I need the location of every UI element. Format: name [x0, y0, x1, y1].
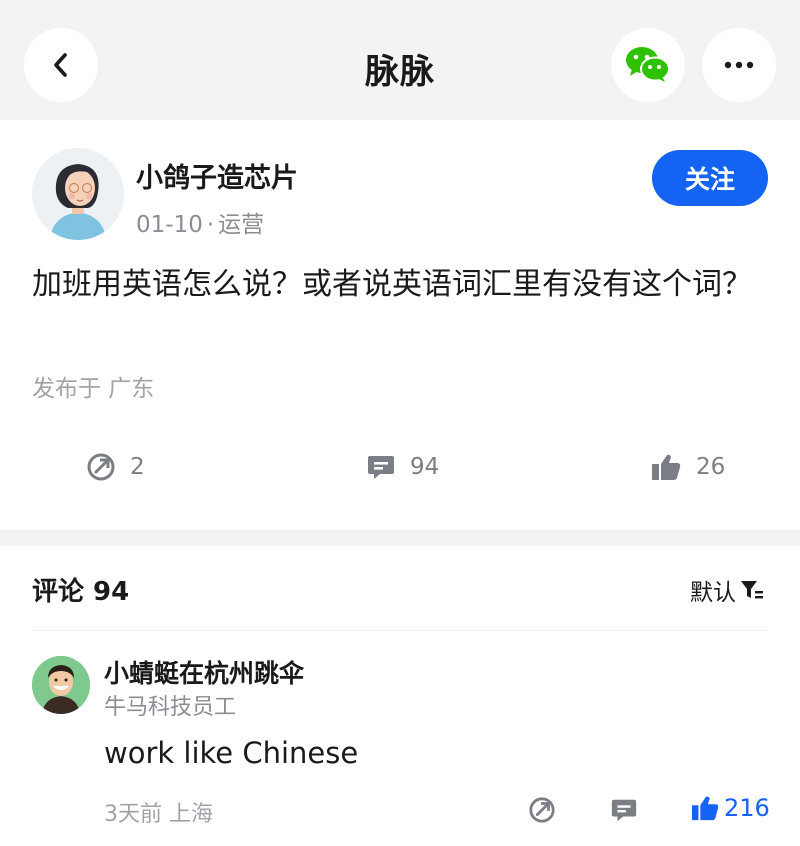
comment-like-count: 216: [724, 794, 770, 822]
wechat-share-button[interactable]: [611, 28, 685, 102]
share-count: 2: [130, 454, 145, 480]
comment-text: work like Chinese: [104, 736, 359, 770]
commenter-title: 牛马科技员工: [104, 695, 237, 720]
comment-action[interactable]: 94: [366, 450, 439, 484]
comments-header: 评论 94: [32, 577, 130, 607]
post-date: 01-10: [136, 212, 203, 238]
share-action[interactable]: 2: [86, 450, 145, 484]
man-avatar-icon: [32, 656, 90, 714]
comments-divider: [32, 630, 768, 631]
woman-avatar-icon: [32, 148, 124, 240]
author-meta: 01-10 · 运营: [136, 205, 264, 239]
author-category: 运营: [218, 212, 265, 238]
sort-label: 默认: [690, 580, 736, 606]
filter-icon: [741, 581, 763, 599]
sort-selector[interactable]: 默认: [690, 573, 764, 607]
share-icon: [87, 453, 115, 481]
comment-icon: [611, 799, 637, 822]
comment-icon: [368, 456, 394, 479]
post-location: 发布于 广东: [32, 376, 155, 402]
thumbs-up-icon: [652, 454, 681, 480]
wechat-icon: [626, 47, 670, 82]
comment-share-button[interactable]: [528, 796, 556, 828]
commenter-name[interactable]: 小蜻蜓在杭州跳伞: [104, 654, 304, 690]
meta-separator: ·: [206, 212, 215, 238]
author-avatar[interactable]: [32, 148, 124, 240]
section-divider: [0, 530, 800, 546]
top-nav-bar: 脉脉: [0, 0, 800, 120]
like-action[interactable]: 26: [650, 450, 725, 484]
thumbs-up-icon: [691, 796, 719, 821]
more-button[interactable]: [702, 28, 776, 102]
comment-meta: 3天前 上海: [104, 802, 213, 827]
follow-button[interactable]: 关注: [652, 150, 768, 206]
share-icon: [529, 797, 555, 823]
post-content: 加班用英语怎么说？或者说英语词汇里有没有这个词？: [32, 267, 752, 302]
more-dots-icon: [724, 61, 754, 69]
like-count: 26: [696, 454, 726, 480]
comment-reply-button[interactable]: [610, 796, 638, 828]
comment-count: 94: [410, 454, 440, 480]
author-name[interactable]: 小鸽子造芯片: [136, 156, 298, 195]
comment-like-button[interactable]: 216: [690, 794, 770, 822]
commenter-avatar[interactable]: [32, 656, 90, 714]
